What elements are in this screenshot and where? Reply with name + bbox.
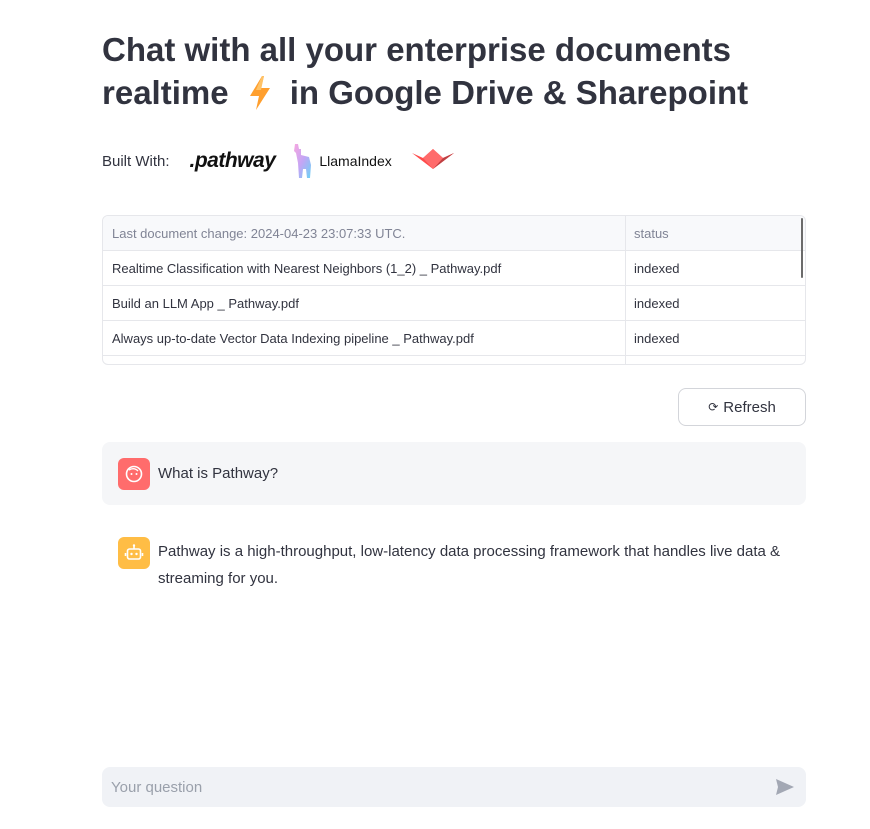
lightning-icon [249, 76, 270, 120]
streamlit-logo [411, 147, 454, 176]
table-cell-document [103, 356, 626, 364]
bot-avatar [118, 537, 150, 569]
llamaindex-logo: LlamaIndex [291, 143, 392, 179]
table-cell-status[interactable]: indexed [626, 286, 805, 320]
table-cell-status[interactable]: indexed [626, 321, 805, 355]
assistant-message-text: Pathway is a high-throughput, low-latenc… [158, 543, 781, 587]
llamaindex-logo-text: LlamaIndex [319, 153, 392, 169]
table-cell-document[interactable]: Realtime Classification with Nearest Nei… [103, 251, 626, 285]
table-scrollbar[interactable] [801, 218, 803, 278]
title-line-2: in Google Drive & Sharepoint [289, 74, 749, 111]
send-icon [776, 779, 794, 795]
built-with-label: Built With: [102, 152, 170, 170]
table-row: Always up-to-date Vector Data Indexing p… [103, 321, 805, 356]
table-header-status[interactable]: status [626, 216, 805, 250]
chat-message-assistant: Pathway is a high-throughput, low-latenc… [118, 537, 798, 592]
table-header-row: Last document change: 2024-04-23 23:07:3… [103, 216, 805, 251]
refresh-icon: ⟳ [708, 400, 719, 414]
table-cell-document[interactable]: Always up-to-date Vector Data Indexing p… [103, 321, 626, 355]
table-row: Realtime Classification with Nearest Nei… [103, 251, 805, 286]
user-message-text: What is Pathway? [158, 465, 279, 482]
send-button[interactable] [773, 775, 797, 799]
user-face-icon [125, 465, 143, 482]
bot-icon [124, 544, 144, 560]
built-with-row: Built With: .pathway LlamaIndex [102, 143, 454, 179]
question-input[interactable] [111, 778, 773, 796]
table-row-partial [103, 356, 805, 364]
table-row: Build an LLM App _ Pathway.pdf indexed [103, 286, 805, 321]
documents-table[interactable]: Last document change: 2024-04-23 23:07:3… [102, 215, 806, 365]
user-avatar [118, 457, 150, 490]
table-header-last-change[interactable]: Last document change: 2024-04-23 23:07:3… [103, 216, 626, 250]
llama-icon [294, 144, 312, 178]
table-cell-document[interactable]: Build an LLM App _ Pathway.pdf [103, 286, 626, 320]
chat-message-user: What is Pathway? [102, 442, 806, 505]
refresh-button[interactable]: ⟳ Refresh [678, 388, 806, 426]
chat-input-bar [102, 767, 806, 807]
table-cell-status [626, 356, 805, 364]
pathway-logo: .pathway [189, 149, 276, 172]
table-cell-status[interactable]: indexed [626, 251, 805, 285]
page-title: Chat with all your enterprise documents … [102, 28, 802, 120]
refresh-button-label: Refresh [723, 398, 776, 416]
